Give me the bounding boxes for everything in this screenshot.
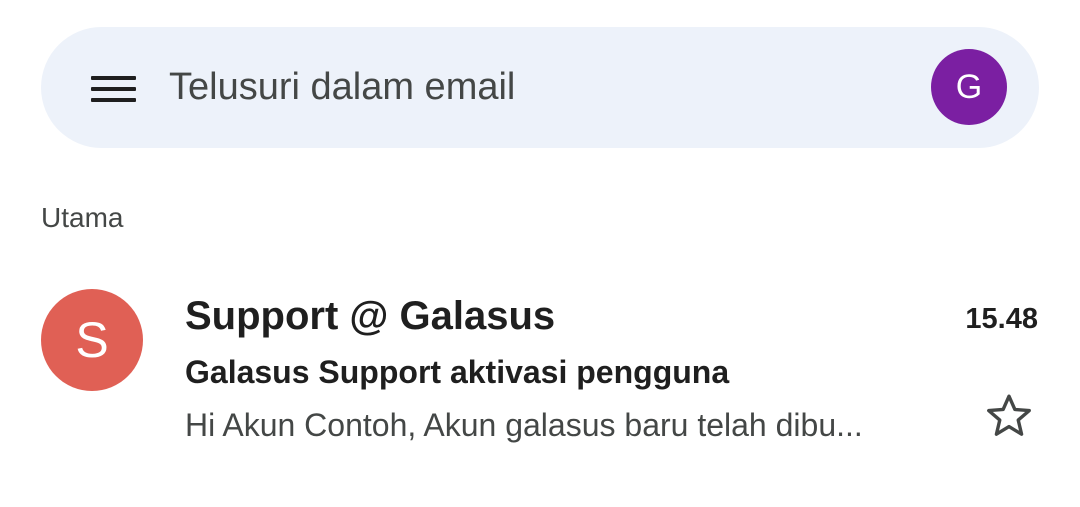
email-sender: Support @ Galasus — [185, 294, 556, 338]
star-icon[interactable] — [982, 389, 1036, 443]
search-input[interactable] — [169, 57, 889, 117]
section-label-primary: Utama — [41, 202, 124, 233]
sender-avatar[interactable]: S — [41, 289, 143, 391]
email-snippet: Hi Akun Contoh, Akun galasus baru telah … — [185, 407, 863, 443]
account-avatar[interactable]: G — [931, 49, 1007, 125]
email-subject: Galasus Support aktivasi pengguna — [185, 354, 730, 390]
email-time: 15.48 — [965, 303, 1038, 335]
email-list-item[interactable]: S Support @ Galasus 15.48 Galasus Suppor… — [0, 270, 1080, 460]
menu-icon[interactable] — [79, 63, 149, 113]
search-bar[interactable]: G — [41, 27, 1039, 148]
